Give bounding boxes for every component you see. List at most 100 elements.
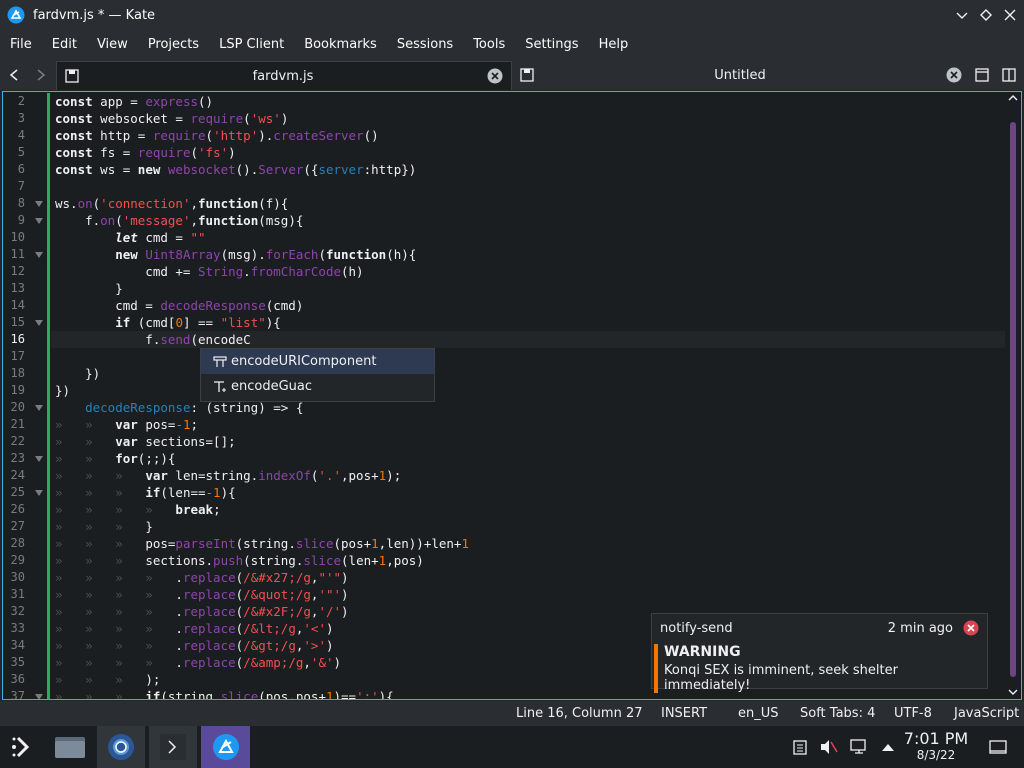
code-editor[interactable]: 2 3 4 5 6 7 8 9 10 11 12 13 14 15 16 17 18 19 20 21 22 23 24 25…: [2, 91, 1022, 700]
menu-file[interactable]: File: [0, 30, 42, 59]
code-line[interactable]: ws.on('connection',function(f){: [51, 195, 1005, 212]
scroll-thumb[interactable]: [1010, 122, 1016, 677]
volume-muted-icon[interactable]: [819, 736, 839, 758]
menu-tools[interactable]: Tools: [463, 30, 515, 59]
code-line[interactable]: cmd += String.fromCharCode(h): [51, 263, 1005, 280]
fold-arrow-icon[interactable]: [34, 246, 44, 263]
new-tab-icon[interactable]: [972, 65, 992, 85]
split-view-icon[interactable]: [999, 65, 1019, 85]
code-line[interactable]: » » » sections.push(string.slice(len+1,p…: [51, 552, 1005, 569]
menu-edit[interactable]: Edit: [42, 30, 87, 59]
code-line[interactable]: }: [51, 280, 1005, 297]
code-line[interactable]: » » » » .replace(/&#x27;/g,"'"): [51, 569, 1005, 586]
tray-expand-icon[interactable]: [878, 736, 898, 758]
menu-view[interactable]: View: [87, 30, 138, 59]
code-line[interactable]: f.on('message',function(msg){: [51, 212, 1005, 229]
code-line[interactable]: const fs = require('fs'): [51, 144, 1005, 161]
code-line[interactable]: f.send(encodeC: [51, 331, 1005, 348]
tab-fardvm-js[interactable]: fardvm.js: [56, 61, 512, 90]
line-number: 25: [10, 485, 25, 499]
code-line[interactable]: const app = express(): [51, 93, 1005, 110]
modified-line-marker: [47, 127, 50, 144]
code-line[interactable]: » » var sections=[];: [51, 433, 1005, 450]
code-line[interactable]: » » » }: [51, 518, 1005, 535]
line-number: 12: [10, 264, 25, 278]
scroll-down-icon[interactable]: [1008, 688, 1018, 696]
modified-line-marker: [47, 433, 50, 450]
code-line[interactable]: [51, 178, 1005, 195]
dictionary-selector[interactable]: en_US: [738, 706, 779, 721]
modified-line-marker: [47, 552, 50, 569]
language-selector[interactable]: JavaScript: [954, 706, 1019, 721]
tab-label: Untitled: [714, 67, 766, 83]
menu-settings[interactable]: Settings: [515, 30, 588, 59]
line-number: 15: [10, 315, 25, 329]
line-number: 14: [10, 298, 25, 312]
taskbar-browser[interactable]: [97, 726, 145, 768]
scroll-up-icon[interactable]: [1008, 94, 1018, 102]
forward-arrow-icon[interactable]: [31, 65, 51, 85]
code-line[interactable]: new Uint8Array(msg).forEach(function(h){: [51, 246, 1005, 263]
fold-arrow-icon[interactable]: [34, 450, 44, 467]
taskbar-file-manager[interactable]: [48, 726, 92, 768]
taskbar-terminal[interactable]: [149, 726, 197, 768]
vertical-scrollbar[interactable]: [1005, 92, 1021, 699]
code-line[interactable]: let cmd = "": [51, 229, 1005, 246]
completion-item[interactable]: encodeGuac: [201, 374, 434, 399]
code-line[interactable]: » » » var len=string.indexOf('.',pos+1);: [51, 467, 1005, 484]
code-line[interactable]: if (cmd[0] == "list"){: [51, 314, 1005, 331]
modified-line-marker: [47, 382, 50, 399]
code-line[interactable]: » » » pos=parseInt(string.slice(pos+1,le…: [51, 535, 1005, 552]
tab-untitled[interactable]: Untitled: [512, 61, 970, 89]
code-line[interactable]: const ws = new websocket().Server({serve…: [51, 161, 1005, 178]
menu-sessions[interactable]: Sessions: [387, 30, 463, 59]
code-line[interactable]: const websocket = require('ws'): [51, 110, 1005, 127]
close-tab-icon[interactable]: [487, 68, 503, 84]
encoding-selector[interactable]: UTF-8: [894, 706, 932, 721]
fold-arrow-icon[interactable]: [34, 314, 44, 331]
app-launcher-button[interactable]: [0, 726, 44, 768]
code-line[interactable]: }): [51, 382, 1005, 399]
indentation-selector[interactable]: Soft Tabs: 4: [800, 706, 875, 721]
maximize-button[interactable]: [978, 7, 994, 23]
fold-arrow-icon[interactable]: [34, 195, 44, 212]
code-line[interactable]: » » » » .replace(/&quot;/g,'"'): [51, 586, 1005, 603]
modified-line-marker: [47, 450, 50, 467]
code-line[interactable]: » » for(;;){: [51, 450, 1005, 467]
code-line[interactable]: [51, 348, 1005, 365]
modified-line-marker: [47, 637, 50, 654]
fold-arrow-icon[interactable]: [34, 688, 44, 699]
modified-line-marker: [47, 586, 50, 603]
close-tab-icon[interactable]: [946, 67, 962, 83]
completion-item[interactable]: encodeURIComponent: [201, 349, 434, 374]
clock[interactable]: 7:01 PM 8/3/22: [902, 730, 970, 763]
cursor-position[interactable]: Line 16, Column 27: [516, 706, 643, 721]
code-area[interactable]: const app = express() const websocket = r…: [51, 92, 1005, 699]
fold-arrow-icon[interactable]: [34, 399, 44, 416]
menu-lsp-client[interactable]: LSP Client: [209, 30, 294, 59]
fold-arrow-icon[interactable]: [34, 484, 44, 501]
back-arrow-icon[interactable]: [4, 65, 24, 85]
notification-body: WARNING Konqi SEX is imminent, seek shel…: [654, 644, 987, 693]
code-line[interactable]: » » var pos=-1;: [51, 416, 1005, 433]
code-line[interactable]: cmd = decodeResponse(cmd): [51, 297, 1005, 314]
notification-popup[interactable]: notify-send 2 min ago WARNING Konqi SEX …: [651, 613, 988, 693]
fold-arrow-icon[interactable]: [34, 212, 44, 229]
network-icon[interactable]: [849, 736, 869, 758]
menu-projects[interactable]: Projects: [138, 30, 209, 59]
code-line[interactable]: decodeResponse: (string) => {: [51, 399, 1005, 416]
code-line[interactable]: » » » if(len==-1){: [51, 484, 1005, 501]
code-line[interactable]: const http = require('http').createServe…: [51, 127, 1005, 144]
menu-bookmarks[interactable]: Bookmarks: [294, 30, 387, 59]
close-window-button[interactable]: [1002, 7, 1018, 23]
menu-help[interactable]: Help: [589, 30, 639, 59]
minimize-button[interactable]: [954, 7, 970, 23]
clipboard-icon[interactable]: [790, 736, 810, 758]
code-line[interactable]: » » » » break;: [51, 501, 1005, 518]
show-desktop-icon[interactable]: [988, 736, 1008, 758]
taskbar-kate[interactable]: [201, 726, 250, 768]
code-line[interactable]: }): [51, 365, 1005, 382]
close-notification-icon[interactable]: [963, 620, 979, 636]
modified-line-marker: [47, 671, 50, 688]
input-mode[interactable]: INSERT: [661, 706, 707, 721]
